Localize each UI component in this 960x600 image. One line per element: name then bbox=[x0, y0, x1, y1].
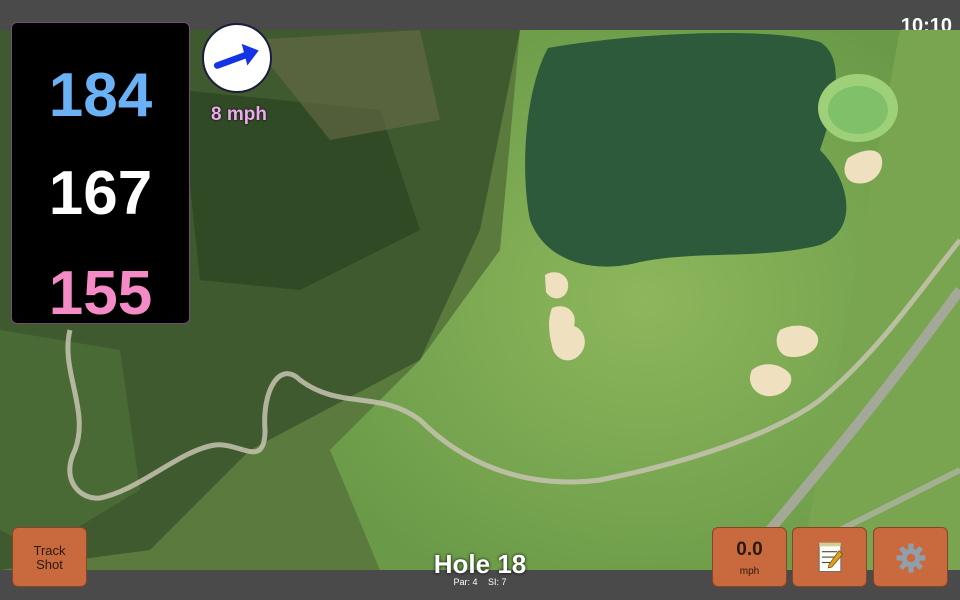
track-shot-label-line2: Shot bbox=[36, 557, 63, 572]
speed-button[interactable]: 0.0 mph bbox=[712, 527, 787, 587]
middle-yardage: 167 bbox=[48, 159, 153, 228]
gear-icon bbox=[896, 543, 925, 573]
hole-par: Par: 4 bbox=[453, 577, 478, 587]
speed-unit: mph bbox=[739, 566, 760, 577]
speed-value: 0.0 bbox=[736, 539, 763, 560]
track-shot-button[interactable]: Track Shot bbox=[12, 527, 87, 587]
hole-title: Hole 18 bbox=[433, 549, 527, 579]
back-yardage: 184 bbox=[48, 61, 153, 130]
settings-button[interactable] bbox=[873, 527, 948, 587]
wind-speed: 8 mph bbox=[211, 104, 267, 125]
wind-arrow-icon bbox=[213, 43, 259, 69]
notes-button[interactable] bbox=[792, 527, 867, 587]
wind-indicator bbox=[202, 23, 272, 93]
yardage-panel: 184 167 155 bbox=[11, 22, 190, 328]
front-yardage: 155 bbox=[48, 259, 153, 328]
hole-stroke-index: SI: 7 bbox=[488, 577, 507, 587]
notepad-icon bbox=[818, 542, 843, 572]
hole-info: Par: 4 SI: 7 bbox=[380, 577, 580, 587]
track-shot-label-line1: Track bbox=[33, 543, 66, 558]
